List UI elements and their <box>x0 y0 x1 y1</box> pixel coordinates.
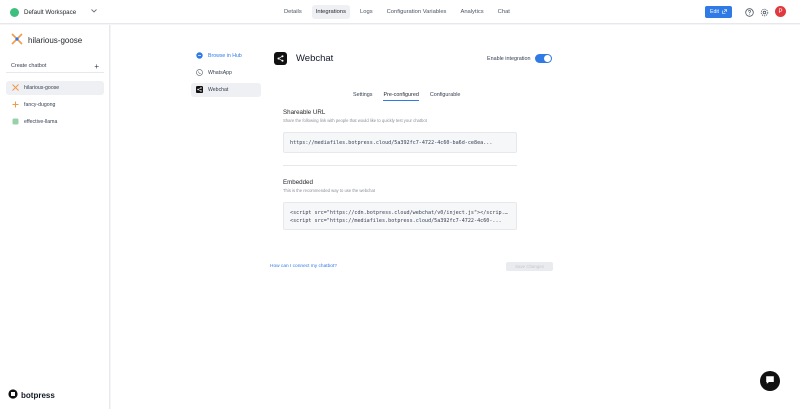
top-bar: Default Workspace Details Integrations L… <box>0 0 800 24</box>
sidebar-item-label: fancy-dugong <box>24 102 56 108</box>
integration-item-label: Browse in Hub <box>208 53 242 59</box>
sidebar-item-hilarious-goose[interactable]: hilarious-goose <box>6 81 104 95</box>
tab-logs[interactable]: Logs <box>356 5 377 19</box>
webchat-icon <box>274 52 287 65</box>
main-tabs: Details Integrations Logs Configuration … <box>280 5 514 19</box>
integration-item-whatsapp[interactable]: WhatsApp <box>191 66 261 80</box>
current-bot-name: hilarious-goose <box>28 35 83 45</box>
save-changes-button[interactable]: Save Changes <box>506 262 553 271</box>
tab-pre-configured[interactable]: Pre-configured <box>383 92 419 101</box>
bot-icon <box>12 101 19 110</box>
botpress-logo-text: botpress <box>21 390 55 400</box>
shareable-url-field[interactable]: https://mediafiles.botpress.cloud/5a392f… <box>283 132 517 153</box>
shareable-url-title: Shareable URL <box>283 109 326 116</box>
create-chatbot-button[interactable]: Create chatbot + <box>6 60 104 73</box>
workspace-switcher[interactable]: Default Workspace <box>10 6 97 18</box>
divider <box>283 165 517 166</box>
whatsapp-icon <box>196 68 203 78</box>
botpress-logo: botpress <box>8 389 55 401</box>
external-link-icon <box>722 8 727 16</box>
botpress-logo-icon <box>8 389 18 401</box>
tab-analytics[interactable]: Analytics <box>456 5 487 19</box>
current-bot: hilarious-goose <box>11 33 82 47</box>
help-icon[interactable] <box>744 7 754 17</box>
webchat-icon <box>196 85 203 95</box>
workspace-avatar <box>10 7 19 17</box>
tab-configuration-variables[interactable]: Configuration Variables <box>383 5 451 19</box>
chevron-down-icon <box>91 9 97 15</box>
toggle-knob <box>544 55 552 62</box>
gear-icon[interactable] <box>759 7 769 17</box>
chat-bubble-icon <box>765 375 775 387</box>
page-title: Webchat <box>296 53 334 64</box>
integration-header: Webchat <box>274 52 333 65</box>
connect-chatbot-help-link[interactable]: How can I connect my chatbot? <box>270 264 337 269</box>
tab-details[interactable]: Details <box>280 5 306 19</box>
create-chatbot-label: Create chatbot <box>11 63 47 69</box>
bot-logo-icon <box>11 33 23 47</box>
enable-integration: Enable integration <box>487 54 553 63</box>
tab-chat[interactable]: Chat <box>494 5 514 19</box>
edit-button-label: Edit <box>710 9 719 15</box>
embedded-title: Embedded <box>283 179 313 186</box>
plus-icon: + <box>94 61 99 71</box>
sidebar-item-fancy-dugong[interactable]: fancy-dugong <box>6 98 104 112</box>
shareable-url-description: Share the following link with people tha… <box>283 118 427 123</box>
enable-integration-toggle[interactable] <box>535 54 553 63</box>
embed-code-line-1: <script src="https://cdn.botpress.cloud/… <box>290 210 510 216</box>
integration-item-label: Webchat <box>208 87 229 93</box>
embed-code-field[interactable]: <script src="https://cdn.botpress.cloud/… <box>283 202 517 230</box>
tab-configurable[interactable]: Configurable <box>430 92 461 101</box>
sidebar: hilarious-goose Create chatbot + hilario… <box>0 25 110 409</box>
shareable-url-value: https://mediafiles.botpress.cloud/5a392f… <box>290 140 493 146</box>
sidebar-item-label: effective-llama <box>24 119 58 125</box>
user-avatar[interactable]: P <box>775 6 786 17</box>
browse-in-hub-button[interactable]: Browse in Hub <box>191 49 261 63</box>
embedded-description: This is the recommended way to use the w… <box>283 188 375 193</box>
bot-icon <box>12 83 19 93</box>
bot-icon <box>12 118 19 127</box>
integration-list: Browse in Hub WhatsApp Webchat <box>191 49 261 100</box>
webchat-tabs: Settings Pre-configured Configurable <box>353 92 460 101</box>
enable-integration-label: Enable integration <box>487 55 531 62</box>
sidebar-item-label: hilarious-goose <box>24 85 60 91</box>
workspace-name: Default Workspace <box>24 8 77 16</box>
edit-button[interactable]: Edit <box>705 6 732 18</box>
main-panel: Browse in Hub WhatsApp Webchat Webchat E… <box>111 25 800 409</box>
embed-code-line-2: <script src="https://mediafiles.botpress… <box>290 218 502 224</box>
tab-settings[interactable]: Settings <box>353 92 372 101</box>
tab-integrations[interactable]: Integrations <box>311 5 351 19</box>
chat-launcher-button[interactable] <box>760 371 780 391</box>
sidebar-item-effective-llama[interactable]: effective-llama <box>6 115 104 129</box>
integration-item-label: WhatsApp <box>208 70 232 76</box>
integration-item-webchat[interactable]: Webchat <box>191 83 261 97</box>
hub-icon <box>196 51 203 61</box>
